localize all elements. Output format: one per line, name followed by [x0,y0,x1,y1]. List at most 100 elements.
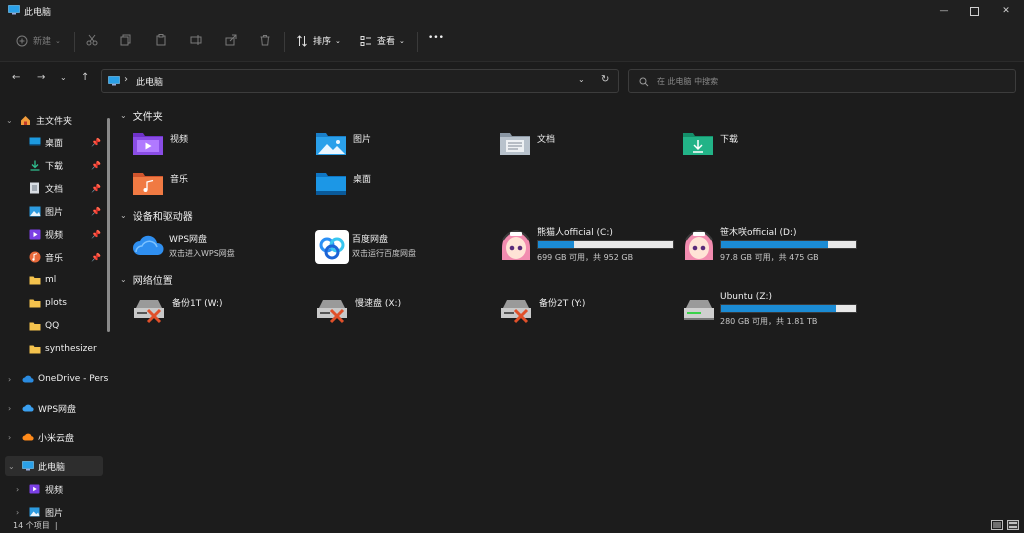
folder-icon [29,345,41,354]
up-button[interactable]: ↑ [81,72,89,83]
view-label: 查看 [377,37,396,47]
section-folders[interactable]: ⌄ 文件夹 [120,108,163,123]
drive-avatar-icon [685,229,713,260]
sort-button[interactable]: 排序 ⌄ [296,34,341,47]
network-drive-z[interactable]: Ubuntu (Z:) 280 GB 可用，共 1.81 TB [682,292,857,327]
close-button[interactable]: ✕ [994,3,1018,19]
sidebar-item-label: 下载 [45,161,64,172]
desktop-folder-icon [316,173,346,195]
minimize-button[interactable]: — [932,3,956,19]
sort-icon [297,34,307,47]
pin-icon[interactable]: 📌 [91,161,101,170]
copy-button[interactable] [120,34,132,46]
cut-icon [86,34,98,46]
folder-tile-videos[interactable]: 视频 [132,130,188,156]
pin-icon[interactable]: 📌 [91,184,101,193]
pin-icon[interactable]: 📌 [91,207,101,216]
pin-icon[interactable]: 📌 [91,253,101,262]
sidebar-item-desktop[interactable]: 桌面 📌 [29,132,112,152]
chevron-right-icon: › [16,484,20,494]
sidebar-item-home[interactable]: ⌄ 主文件夹 [6,110,110,130]
drive-usage-bar [537,240,674,249]
chevron-down-icon: ⌄ [120,275,127,284]
view-list-icon [360,35,371,46]
toolbar-divider [74,32,75,52]
forward-button[interactable]: → [37,72,45,83]
view-button[interactable]: 查看 ⌄ [360,34,405,47]
video-folder-icon [133,133,163,155]
wps-cloud-icon [22,404,34,412]
sidebar-item-onedrive[interactable]: › OneDrive - Pers [8,369,112,389]
chevron-right-icon: › [8,374,12,384]
rename-button[interactable] [190,34,202,46]
wps-cloud-icon [133,235,164,255]
network-drive-icon [684,300,714,320]
drive-tile-c[interactable]: 熊猫人official (C:) 699 GB 可用，共 952 GB [499,228,674,264]
new-button[interactable]: 新建 ⌄ [16,34,61,47]
command-bar: 新建 ⌄ 排序 ⌄ 查看 ⌄ ••• [0,22,1024,62]
maximize-button[interactable] [962,3,986,19]
drive-name: Ubuntu (Z:) [720,292,773,302]
sidebar-item-qq[interactable]: QQ [29,316,112,336]
sidebar-item-pc-videos[interactable]: › 视频 [16,479,112,499]
status-bar: 14 个项目 | [0,518,1024,533]
refresh-button[interactable]: ↻ [601,74,609,85]
network-drive-w[interactable]: 备份1T (W:) [132,294,223,326]
sidebar-item-plots[interactable]: plots [29,293,112,313]
recent-locations-button[interactable]: ⌄ [60,73,67,82]
app-tile-baidu-netdisk[interactable]: 百度网盘 双击运行百度网盘 [315,230,416,264]
tiles-view-button[interactable] [1007,520,1019,530]
drive-tile-d[interactable]: 笹木咲official (D:) 97.8 GB 可用，共 475 GB [682,228,857,264]
sidebar-item-pictures[interactable]: 图片 📌 [29,201,112,221]
sidebar-item-this-pc[interactable]: ⌄ 此电脑 [5,456,103,476]
share-button[interactable] [225,34,237,46]
folder-tile-pictures[interactable]: 图片 [315,130,371,156]
sidebar-item-label: 主文件夹 [36,116,73,127]
sidebar-item-documents[interactable]: 文档 📌 [29,178,112,198]
folder-icon [29,276,41,285]
section-network[interactable]: ⌄ 网络位置 [120,272,173,287]
sidebar-item-downloads[interactable]: 下载 📌 [29,155,112,175]
chevron-down-icon: ⌄ [578,75,585,84]
xiaomi-cloud-icon [22,433,34,441]
disconnected-drive-icon [134,300,164,324]
network-drive-y[interactable]: 备份2T (Y:) [499,294,585,326]
address-history-button[interactable]: ⌄ [578,75,585,84]
more-options-button[interactable]: ••• [428,33,444,43]
folder-tile-desktop[interactable]: 桌面 [315,170,371,196]
pin-icon[interactable]: 📌 [91,230,101,239]
sidebar-item-wps[interactable]: › WPS网盘 [8,398,112,418]
sidebar-item-videos[interactable]: 视频 📌 [29,224,112,244]
chevron-right-icon: › [16,507,20,517]
sidebar-scrollbar-thumb[interactable] [107,118,110,332]
pin-icon[interactable]: 📌 [91,138,101,147]
new-label: 新建 [33,37,52,47]
cut-button[interactable] [86,34,98,46]
folder-tile-music[interactable]: 音乐 [132,170,188,196]
breadcrumb-this-pc[interactable]: 此电脑 [136,75,163,88]
sidebar-item-label: WPS网盘 [38,404,77,415]
details-view-button[interactable] [991,520,1003,530]
address-bar[interactable]: › 此电脑 ⌄ ↻ [101,69,619,93]
picture-icon [29,507,40,517]
video-icon [29,484,40,494]
sidebar-item-label: QQ [45,321,60,331]
section-devices[interactable]: ⌄ 设备和驱动器 [120,208,193,223]
chevron-right-icon: › [8,403,12,413]
sidebar-item-xiaomi-cloud[interactable]: › 小米云盘 [8,427,112,447]
arrow-left-icon: ← [12,72,21,83]
folder-tile-downloads[interactable]: 下载 [682,130,738,156]
sidebar-item-music[interactable]: 音乐 📌 [29,247,112,267]
trash-icon [260,35,270,46]
search-box[interactable]: 在 此电脑 中搜索 [628,69,1016,93]
folder-tile-documents[interactable]: 文档 [499,130,555,156]
sidebar-item-synthesizer[interactable]: synthesizer [29,339,112,359]
app-tile-wps-netdisk[interactable]: WPS网盘 双击进入WPS网盘 [132,230,235,260]
drive-usage-bar [720,240,857,249]
back-button[interactable]: ← [12,72,20,83]
paste-button[interactable] [155,34,167,46]
delete-button[interactable] [259,34,271,46]
network-drive-x[interactable]: 慢速盘 (X:) [315,294,401,326]
sidebar-item-ml[interactable]: ml [29,270,112,290]
sidebar-item-pc-pictures[interactable]: › 图片 [16,502,112,518]
